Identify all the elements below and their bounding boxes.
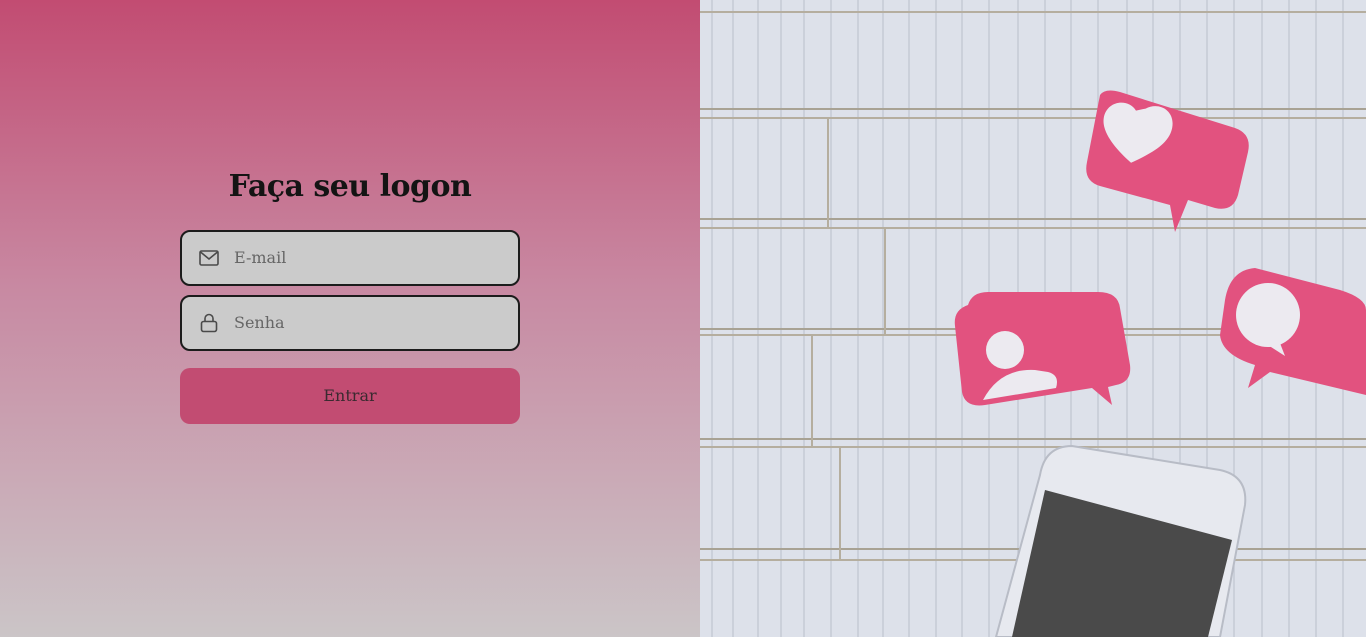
- hero-image: [700, 0, 1366, 637]
- login-form: Faça seu logon E-mail Entrar: [180, 169, 520, 424]
- hero-illustration: [700, 0, 1366, 637]
- email-field[interactable]: [180, 229, 520, 286]
- login-page: Faça seu logon E-mail Entrar: [0, 0, 1366, 637]
- page-title: Faça seu logon: [228, 168, 472, 204]
- user-bubble: [954, 292, 1131, 406]
- password-field[interactable]: [180, 294, 520, 351]
- login-panel: Faça seu logon E-mail Entrar: [0, 0, 700, 637]
- submit-button[interactable]: Entrar: [180, 367, 520, 424]
- mail-icon: [198, 247, 220, 269]
- password-input[interactable]: [234, 296, 502, 349]
- lock-icon: [198, 312, 220, 334]
- email-input[interactable]: [234, 231, 502, 284]
